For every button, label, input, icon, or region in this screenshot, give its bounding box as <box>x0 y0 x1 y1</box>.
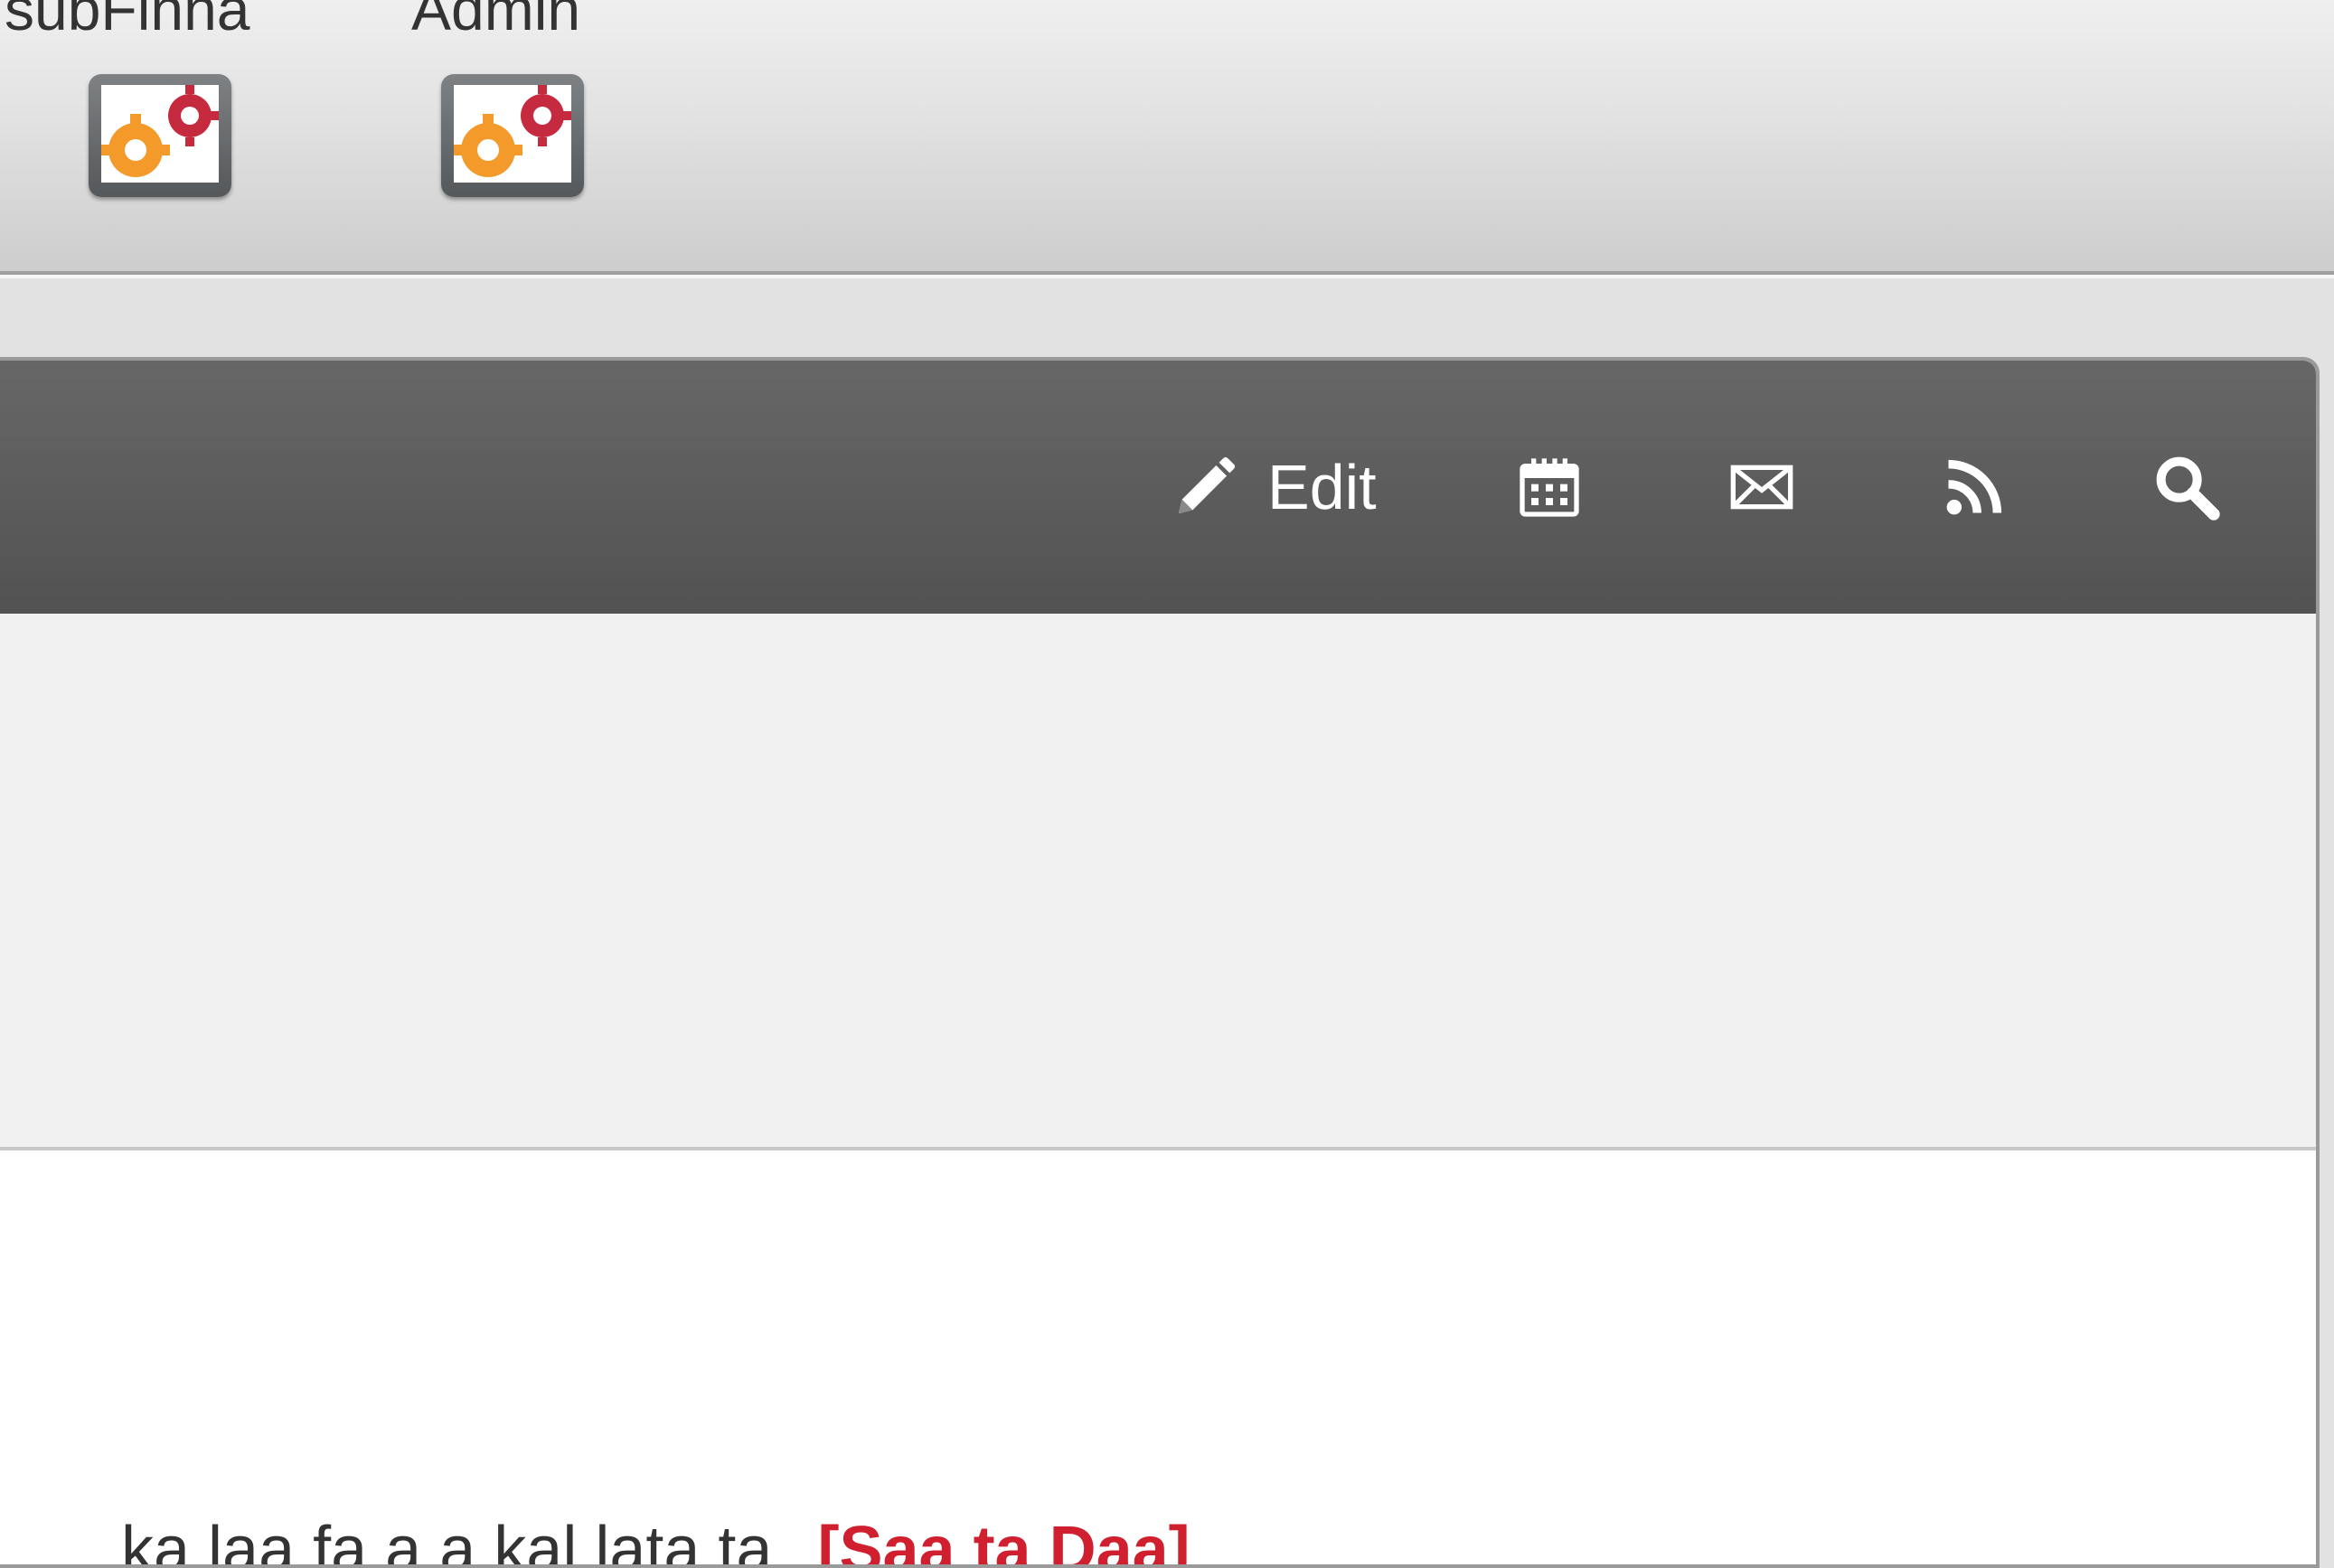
search-icon <box>2156 456 2220 521</box>
calendar-icon <box>1520 458 1579 517</box>
app-icon-subfinna[interactable] <box>89 74 231 197</box>
edit-button[interactable]: Edit <box>1170 361 1377 614</box>
mail-icon <box>1730 465 1793 510</box>
rss-icon <box>1946 459 2002 515</box>
gears-icon <box>454 85 571 183</box>
email-button[interactable] <box>1726 361 1798 614</box>
content-link[interactable]: [Saa ta Daa] <box>817 1514 1190 1564</box>
calendar-button[interactable] <box>1513 361 1586 614</box>
content-text: ka laa fa a a kal lata ta <box>121 1514 773 1568</box>
main-panel: Edit ka laa fa a a kal lata ta [Saa ta D… <box>0 357 2320 1568</box>
search-button[interactable] <box>2150 361 2223 614</box>
page-header-area <box>0 614 2316 1150</box>
app-label: Admin <box>411 0 581 42</box>
pencil-icon <box>1178 456 1236 514</box>
edit-label: Edit <box>1267 452 1377 522</box>
app-launcher-bar: subFinna Admin <box>0 0 2334 271</box>
topbar-divider <box>0 271 2334 278</box>
page-toolbar: Edit <box>0 361 2316 614</box>
app-label: subFinna <box>5 0 250 42</box>
rss-button[interactable] <box>1940 361 2009 614</box>
gears-icon <box>101 85 219 183</box>
content-text-row: ka laa fa a a kal lata ta [Saa ta Daa] <box>121 1513 1191 1568</box>
app-icon-admin[interactable] <box>441 74 584 197</box>
